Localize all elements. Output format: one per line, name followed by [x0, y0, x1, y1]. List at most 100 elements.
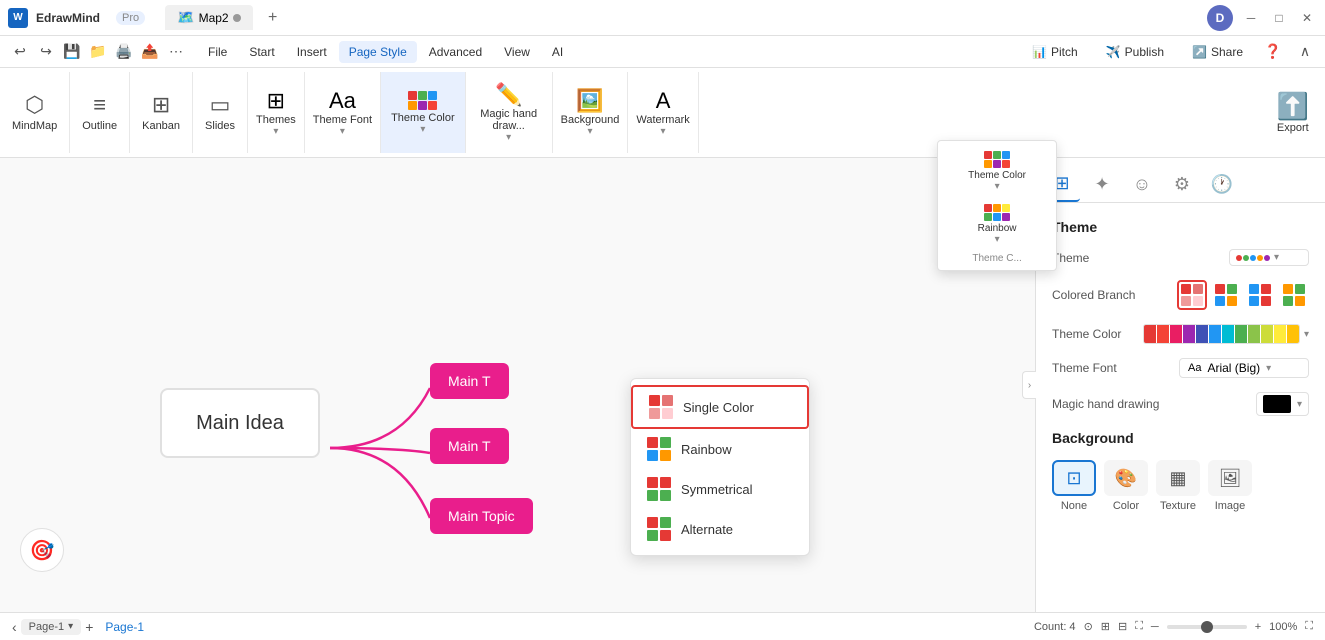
theme-dropdown-arrow: ▾	[1274, 252, 1279, 263]
add-tab-button[interactable]: +	[261, 6, 285, 30]
theme-selector[interactable]: ▾	[1229, 249, 1309, 266]
share-button[interactable]: ↗️ Share	[1182, 41, 1253, 63]
topic-node-1[interactable]: Main T	[430, 363, 509, 399]
fullscreen-icon[interactable]: ⛶	[1135, 620, 1143, 633]
count-label: Count: 4	[1034, 621, 1076, 633]
watermark-logo: 🎯	[20, 528, 64, 572]
dropdown-rainbow[interactable]: Rainbow ▾	[938, 198, 1056, 251]
main-idea-node[interactable]: Main Idea	[160, 388, 320, 458]
bg-image[interactable]: 🖼 Image	[1208, 460, 1252, 512]
branch-option-2[interactable]	[1211, 280, 1241, 310]
page-nav: ‹ Page-1 ▾ +	[12, 619, 93, 635]
dropdown-theme-color-arrow: ▾	[995, 181, 1000, 192]
menu-page-style[interactable]: Page Style	[339, 41, 417, 63]
dropdown-rainbow-icon	[984, 204, 1010, 221]
menu-bar: ↩ ↪ 💾 📁 🖨️ 📤 ⋯ File Start Insert Page St…	[0, 36, 1325, 68]
menu-ai[interactable]: AI	[542, 41, 573, 63]
user-avatar[interactable]: D	[1207, 5, 1233, 31]
kanban-label: Kanban	[142, 120, 180, 132]
undo-button[interactable]: ↩	[8, 40, 32, 64]
bg-color-label: Color	[1113, 500, 1139, 512]
pitch-button[interactable]: 📊 Pitch	[1022, 41, 1088, 63]
tab-map2[interactable]: 🗺️ Map2	[165, 5, 252, 30]
theme-color-selector[interactable]: ▾	[1143, 324, 1309, 344]
branch-option-4[interactable]	[1279, 280, 1309, 310]
menu-start[interactable]: Start	[239, 41, 284, 63]
main-area: Main Idea Main T Main T Main Topic 🎯	[0, 158, 1325, 612]
menu-view[interactable]: View	[494, 41, 540, 63]
themes-icon: ⊞	[267, 88, 285, 114]
theme-color-bar[interactable]	[1143, 324, 1300, 344]
add-page-button[interactable]: +	[85, 619, 93, 635]
zoom-slider[interactable]	[1167, 625, 1247, 629]
outline-label: Outline	[82, 120, 117, 132]
print-button[interactable]: 🖨️	[112, 40, 136, 64]
branch-option-3[interactable]	[1245, 280, 1275, 310]
menu-advanced[interactable]: Advanced	[419, 41, 492, 63]
export-quick-button[interactable]: 📤	[138, 40, 162, 64]
magic-hand-button[interactable]: ✏️ Magic hand draw... ▾	[466, 72, 553, 153]
export-button[interactable]: ⬆️ Export	[1261, 72, 1325, 153]
export-icon: ⬆️	[1277, 91, 1309, 122]
publish-button[interactable]: ✈️ Publish	[1096, 41, 1174, 63]
themes-dropdown-arrow: ▾	[273, 126, 278, 137]
font-selector-value: Arial (Big)	[1207, 361, 1260, 375]
fit-icon[interactable]: ⊙	[1084, 620, 1093, 633]
themes-button[interactable]: ⊞ Themes ▾	[248, 72, 305, 153]
more-button[interactable]: ⋯	[164, 40, 188, 64]
panel-tab-emoji[interactable]: ☺	[1124, 166, 1160, 202]
context-symmetrical[interactable]: Symmetrical	[631, 469, 809, 509]
redo-button[interactable]: ↪	[34, 40, 58, 64]
panel-tab-clock[interactable]: 🕐	[1204, 166, 1240, 202]
theme-color-arrow: ▾	[420, 124, 425, 135]
magic-hand-color[interactable]: ▾	[1256, 392, 1309, 416]
kanban-button[interactable]: ⊞ Kanban	[130, 72, 193, 153]
bg-texture[interactable]: ▦ Texture	[1156, 460, 1200, 512]
mindmap-button[interactable]: ⬡ MindMap	[0, 72, 70, 153]
maximize-button[interactable]: □	[1269, 8, 1289, 28]
theme-color-button[interactable]: Theme Color ▾ Theme Color ▾	[381, 72, 466, 153]
title-bar-right: D ─ □ ✕	[1207, 5, 1317, 31]
watermark-arrow: ▾	[661, 126, 666, 137]
theme-section-title: Theme	[1052, 219, 1309, 235]
context-alternate[interactable]: Alternate	[631, 509, 809, 549]
topic-node-2[interactable]: Main T	[430, 428, 509, 464]
panel-tab-settings[interactable]: ⚙	[1164, 166, 1200, 202]
dropdown-rainbow-arrow: ▾	[995, 234, 1000, 245]
save-button[interactable]: 💾	[60, 40, 84, 64]
page-nav-prev[interactable]: ‹	[12, 619, 17, 635]
dropdown-theme-color-label: Theme Color	[968, 170, 1026, 181]
layout-icon[interactable]: ⊞	[1101, 620, 1110, 633]
topic-node-3[interactable]: Main Topic	[430, 498, 533, 534]
folder-button[interactable]: 📁	[86, 40, 110, 64]
font-selector[interactable]: Aa Arial (Big) ▾	[1179, 358, 1309, 378]
panel-tab-ai[interactable]: ✦	[1084, 166, 1120, 202]
magic-hand-arrow: ▾	[1297, 399, 1302, 410]
close-button[interactable]: ✕	[1297, 8, 1317, 28]
collapse-panel-button[interactable]: ›	[1022, 371, 1036, 399]
minimize-button[interactable]: ─	[1241, 8, 1261, 28]
grid-icon[interactable]: ⊟	[1118, 620, 1127, 633]
help-button[interactable]: ❓	[1261, 40, 1285, 64]
menu-file[interactable]: File	[198, 41, 237, 63]
menu-insert[interactable]: Insert	[287, 41, 337, 63]
single-color-label: Single Color	[683, 400, 754, 415]
bg-color[interactable]: 🎨 Color	[1104, 460, 1148, 512]
current-page[interactable]: Page-1 ▾	[21, 619, 82, 635]
dropdown-theme-color[interactable]: Theme Color ▾	[938, 145, 1056, 198]
context-rainbow[interactable]: Rainbow	[631, 429, 809, 469]
watermark-button[interactable]: A Watermark ▾	[628, 72, 698, 153]
topic-1-text: Main T	[448, 373, 491, 389]
background-button[interactable]: 🖼️ Background ▾	[553, 72, 629, 153]
slides-button[interactable]: ▭ Slides	[193, 72, 248, 153]
context-single-color[interactable]: Single Color	[631, 385, 809, 429]
theme-font-button[interactable]: Aa Theme Font ▾	[305, 72, 381, 153]
fit-view-button[interactable]: ⛶	[1305, 620, 1313, 633]
theme-color-row-label: Theme Color	[1052, 327, 1143, 341]
theme-color-bar-arrow: ▾	[1304, 329, 1309, 340]
collapse-ribbon-button[interactable]: ∧	[1293, 40, 1317, 64]
outline-button[interactable]: ≡ Outline	[70, 72, 130, 153]
canvas[interactable]: Main Idea Main T Main T Main Topic 🎯	[0, 158, 1035, 612]
branch-option-1[interactable]	[1177, 280, 1207, 310]
bg-none[interactable]: ⊡ None	[1052, 460, 1096, 512]
